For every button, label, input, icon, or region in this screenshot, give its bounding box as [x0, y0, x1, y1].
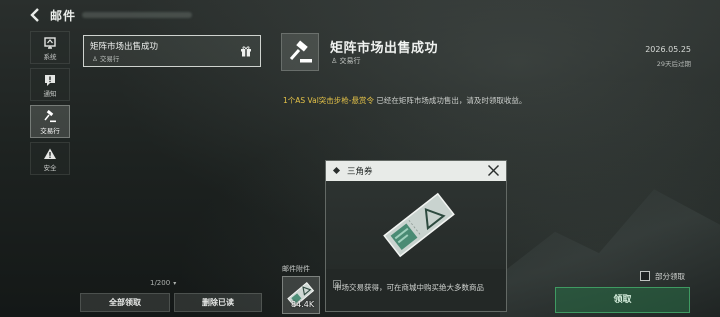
mail-detail-title: 矩阵市场出售成功 [330, 41, 439, 56]
gift-icon [241, 46, 251, 57]
claim-all-button[interactable]: 全部领取 [80, 293, 170, 312]
system-icon [44, 37, 56, 49]
nav-item-auction[interactable]: 交易行 [30, 105, 70, 138]
nav-item-notice[interactable]: 通知 [30, 68, 70, 101]
back-arrow-icon[interactable] [28, 7, 42, 23]
mail-body-prefix: 1个 [283, 96, 296, 105]
auction-hammer-icon [289, 40, 312, 63]
tooltip-item-image [326, 181, 506, 288]
tooltip-title: 三角券 [347, 167, 373, 177]
user-icon: ♙ [92, 55, 100, 63]
mail-sender: ♙ 交易行 [92, 53, 119, 63]
attachments-label: 邮件附件 [282, 265, 310, 273]
mail-count-text: 1/200 [150, 279, 171, 287]
side-nav: 系统 通知 交易行 安全 [30, 31, 70, 179]
warning-icon [44, 148, 56, 159]
header-blurred-text [82, 12, 192, 18]
nav-label-security: 安全 [43, 164, 57, 172]
tooltip-header: 三角券 [326, 161, 506, 181]
partial-claim-checkbox[interactable] [640, 271, 650, 281]
mail-body-suffix: 已经在矩阵市场成功售出，请及时领取收益。 [374, 96, 527, 105]
mail-subject: 矩阵市场出售成功 [90, 42, 159, 52]
diamond-icon [332, 166, 341, 175]
delete-read-button[interactable]: 删除已读 [174, 293, 262, 312]
mail-expire: 29天后过期 [656, 60, 691, 68]
attachment-count: 84.4K [291, 300, 315, 309]
mail-body-item: AS Val突击步枪-悬赏令 [295, 96, 374, 105]
header: 邮件 [0, 0, 720, 30]
triangle-coupon-icon [383, 192, 455, 258]
nav-item-security[interactable]: 安全 [30, 142, 70, 175]
mail-date: 2026.05.25 [645, 45, 691, 54]
partial-claim-label: 部分领取 [655, 272, 685, 281]
page-title: 邮件 [50, 9, 77, 23]
mail-detail-sender-name: 交易行 [339, 57, 361, 65]
mail-list-item[interactable]: 矩阵市场出售成功 ♙ 交易行 [83, 35, 261, 67]
mail-type-icon-box [281, 33, 319, 71]
nav-label-system: 系统 [43, 53, 57, 61]
nav-item-system[interactable]: 系统 [30, 31, 70, 64]
item-tooltip: 三角券 市场交易获得，可在商城中购买绝大多数商品 [325, 160, 507, 312]
mail-sender-name: 交易行 [99, 55, 120, 63]
nav-label-auction: 交易行 [40, 127, 60, 135]
user-icon: ♙ [331, 57, 340, 65]
chevron-down-icon[interactable]: ▾ [173, 280, 176, 287]
tooltip-description: 市场交易获得，可在商城中购买绝大多数商品 [334, 283, 484, 292]
mail-detail-sender: ♙ 交易行 [331, 56, 361, 66]
close-icon[interactable] [487, 164, 500, 177]
claim-button[interactable]: 领取 [555, 287, 690, 313]
mail-count: 1/200 ▾ [150, 279, 176, 287]
nav-label-notice: 通知 [43, 90, 57, 98]
auction-hammer-icon [44, 110, 56, 123]
notice-icon [45, 75, 55, 86]
mail-body: 1个AS Val突击步枪-悬赏令 已经在矩阵市场成功售出，请及时领取收益。 [283, 95, 526, 106]
